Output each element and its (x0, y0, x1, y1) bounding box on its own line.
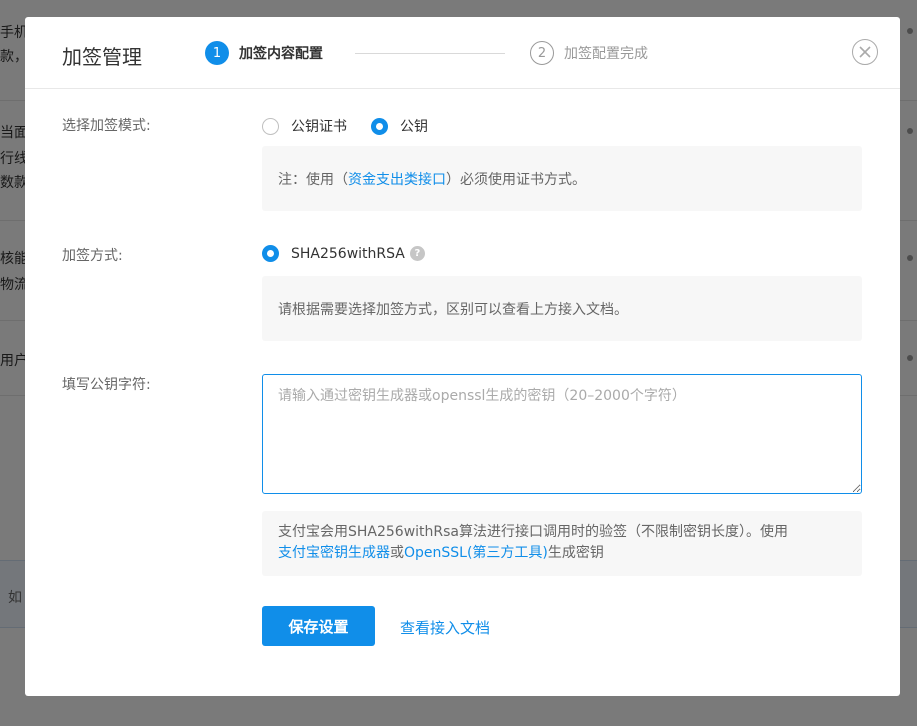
public-key-label: 填写公钥字符: (62, 377, 151, 393)
step-label: 加签配置完成 (564, 46, 648, 62)
step-config-complete: 2 加签配置完成 (530, 41, 648, 65)
alipay-key-generator-link[interactable]: 支付宝密钥生成器 (278, 545, 390, 561)
openssl-link[interactable]: OpenSSL(第三方工具) (404, 545, 548, 561)
step-connector (355, 53, 505, 54)
close-icon (859, 46, 871, 58)
note-line: 支付宝密钥生成器或OpenSSL(第三方工具)生成密钥 (278, 543, 846, 564)
note-text: 注：使用（ (278, 171, 348, 188)
modal-title: 加签管理 (62, 45, 142, 69)
save-settings-button[interactable]: 保存设置 (262, 606, 375, 646)
step-content-config: 1 加签内容配置 (205, 41, 323, 65)
sign-mode-label: 选择加签模式: (62, 118, 151, 134)
sign-method-label: 加签方式: (62, 248, 123, 264)
step-number: 2 (530, 41, 554, 65)
note-text: ）必须使用证书方式。 (446, 171, 586, 188)
sign-method-note: 请根据需要选择加签方式，区别可以查看上方接入文档。 (262, 276, 862, 341)
radio-label[interactable]: SHA256withRSA (291, 246, 405, 262)
note-text: 或 (390, 545, 404, 561)
view-docs-link[interactable]: 查看接入文档 (400, 617, 490, 638)
close-button[interactable] (852, 39, 878, 65)
radio-sha256withrsa[interactable] (262, 245, 279, 262)
sign-management-modal: 加签管理 1 加签内容配置 2 加签配置完成 选择加签模式: 公钥证书 公钥 注… (25, 17, 900, 696)
public-key-input[interactable] (262, 374, 862, 494)
step-number: 1 (205, 41, 229, 65)
note-text: 生成密钥 (547, 545, 604, 561)
sign-mode-note: 注：使用（ 资金支出类接口 ）必须使用证书方式。 (262, 146, 862, 211)
public-key-note: 支付宝会用SHA256withRsa算法进行接口调用时的验签（不限制密钥长度）。… (262, 511, 862, 576)
fund-expenditure-api-link[interactable]: 资金支出类接口 (348, 169, 446, 189)
sign-method-radio-group: SHA256withRSA ? (262, 245, 425, 262)
radio-public-key-cert[interactable] (262, 117, 279, 135)
radio-label[interactable]: 公钥 (400, 116, 428, 136)
radio-label[interactable]: 公钥证书 (291, 116, 347, 136)
sign-mode-radio-group: 公钥证书 公钥 (262, 116, 452, 136)
radio-public-key[interactable] (371, 117, 388, 135)
question-icon[interactable]: ? (409, 246, 425, 261)
note-line: 支付宝会用SHA256withRsa算法进行接口调用时的验签（不限制密钥长度）。… (278, 524, 789, 540)
modal-header: 加签管理 1 加签内容配置 2 加签配置完成 (25, 17, 900, 89)
step-label: 加签内容配置 (239, 46, 323, 62)
